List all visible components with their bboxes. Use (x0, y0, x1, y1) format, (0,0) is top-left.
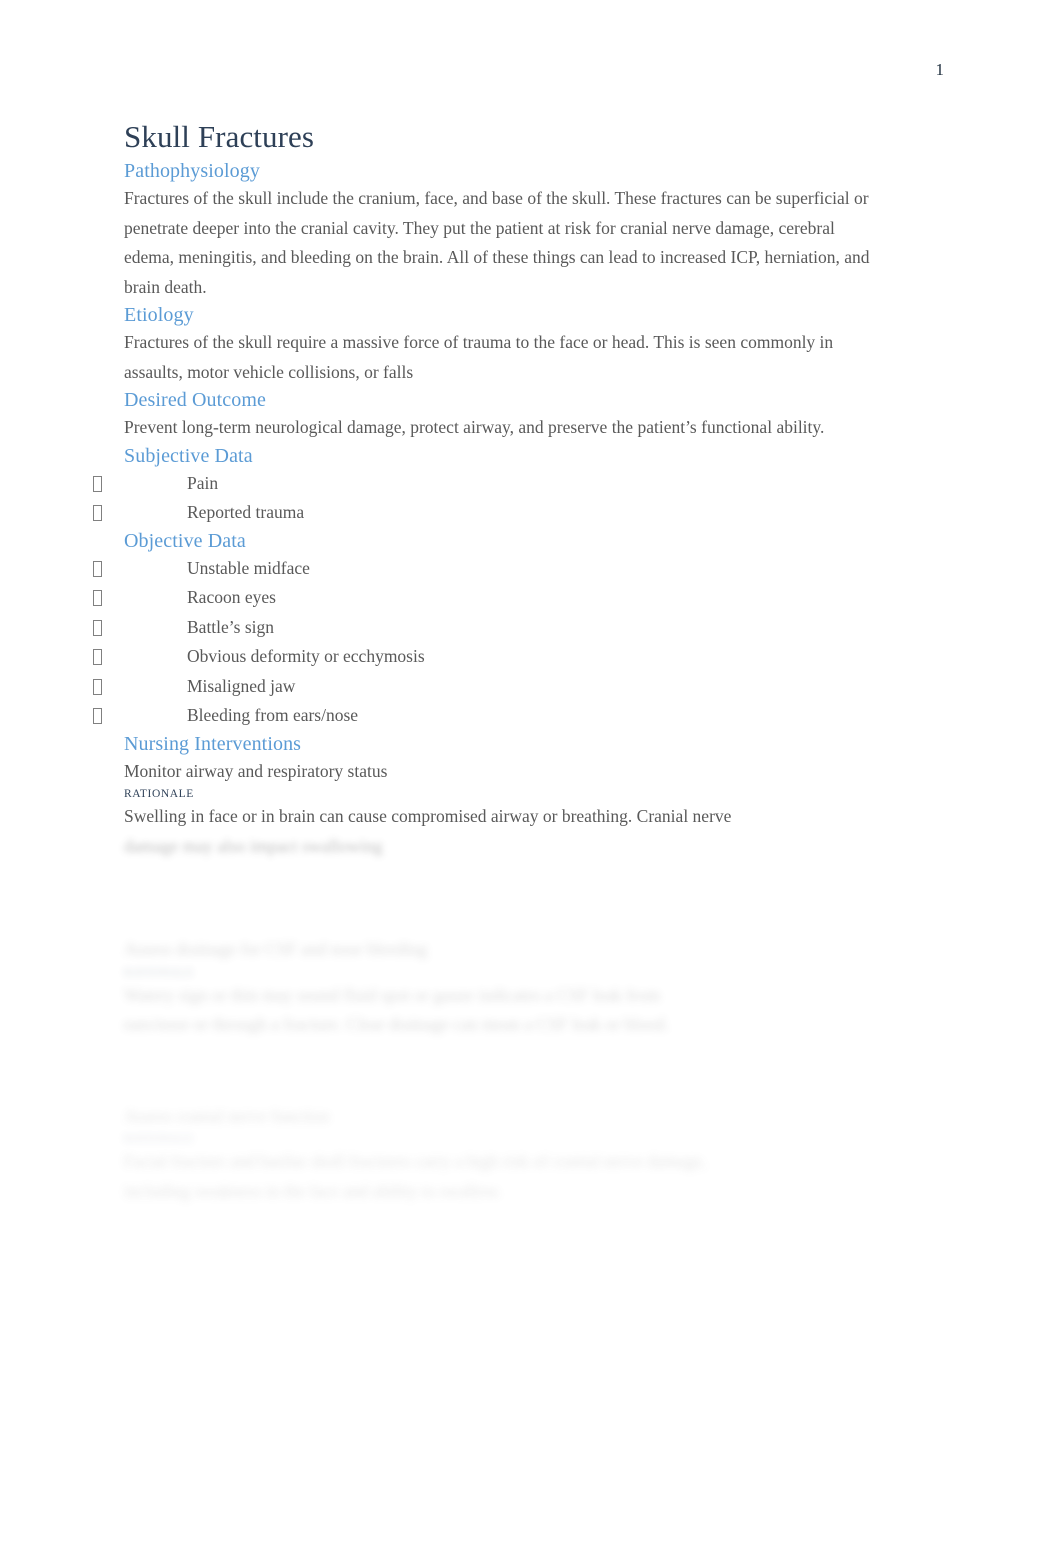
list-item-label: Reported trauma (187, 502, 305, 522)
list-item: Unstable midface (93, 554, 884, 584)
list-item: Battle’s sign (93, 613, 884, 643)
intervention-action-2: Assess drainage for CSF and nose bleedin… (124, 939, 428, 959)
list-item-label: Racoon eyes (187, 587, 276, 607)
intervention-rationale-1: Swelling in face or in brain can cause c… (124, 806, 732, 826)
rationale-label-3: RATIONALE (124, 1133, 194, 1145)
missing-glyph-bullet-icon (93, 708, 102, 724)
intervention-action-1: Monitor airway and respiratory status (124, 760, 388, 781)
rationale-label-1: RATIONALE (124, 788, 194, 800)
section-body-etiology: Fractures of the skull require a massive… (124, 332, 834, 382)
missing-glyph-bullet-icon (93, 619, 102, 636)
list-item-label: Unstable midface (187, 557, 310, 578)
section-heading-desired-outcome: Desired Outcome (124, 389, 267, 411)
list-item: Reported trauma (93, 498, 884, 528)
page-title: Skull Fractures (124, 119, 315, 154)
section-heading-nursing-interventions: Nursing Interventions (124, 732, 302, 755)
list-item: Pain (93, 469, 884, 499)
intervention-rationale-3-line2: including weakness in the face and abili… (124, 1180, 502, 1201)
list-item-label: Battle’s sign (187, 616, 275, 637)
section-heading-etiology: Etiology (124, 304, 194, 326)
list-item: Misaligned jaw (93, 672, 884, 702)
list-item: Racoon eyes (93, 583, 884, 613)
missing-glyph-bullet-icon (93, 649, 102, 665)
intervention-rationale-2-line1: Watery sign or thin may sound fluid spot… (124, 984, 661, 1005)
objective-data-list: Unstable midface Racoon eyes Battle’s si… (93, 554, 884, 731)
rationale-label-2: RATIONALE (124, 966, 194, 979)
intervention-rationale-3-line1: Facial fracture and basilar skull fractu… (124, 1151, 707, 1171)
list-item-label: Misaligned jaw (187, 675, 296, 696)
missing-glyph-bullet-icon (93, 560, 102, 577)
missing-glyph-bullet-icon (93, 678, 102, 695)
section-body-pathophysiology: Fractures of the skull include the crani… (124, 188, 870, 297)
list-item: Obvious deformity or ecchymosis (93, 642, 884, 672)
list-item: Bleeding from ears/nose (93, 701, 884, 731)
intervention-rationale-2-line2: ears/nose or through a fracture. Clear d… (124, 1014, 669, 1034)
intervention-rationale-1-continued: damage may also impact swallowing (124, 835, 383, 856)
list-item-label: Obvious deformity or ecchymosis (187, 646, 425, 666)
section-heading-pathophysiology: Pathophysiology (124, 160, 260, 182)
section-heading-subjective-data: Subjective Data (124, 444, 253, 467)
list-item-label: Bleeding from ears/nose (187, 705, 359, 725)
document-content: Skull Fractures Pathophysiology Fracture… (93, 118, 884, 1206)
list-item-label: Pain (187, 472, 219, 493)
document-page: 1 Skull Fractures Pathophysiology Fractu… (0, 0, 1062, 1561)
subjective-data-list: Pain Reported trauma (93, 469, 884, 528)
page-number: 1 (935, 60, 945, 79)
section-body-desired-outcome: Prevent long-term neurological damage, p… (124, 417, 825, 437)
missing-glyph-bullet-icon (93, 590, 102, 606)
section-heading-objective-data: Objective Data (124, 529, 246, 552)
missing-glyph-bullet-icon (93, 505, 102, 521)
intervention-action-3: Assess cranial nerve function (124, 1105, 330, 1126)
missing-glyph-bullet-icon (93, 475, 102, 492)
